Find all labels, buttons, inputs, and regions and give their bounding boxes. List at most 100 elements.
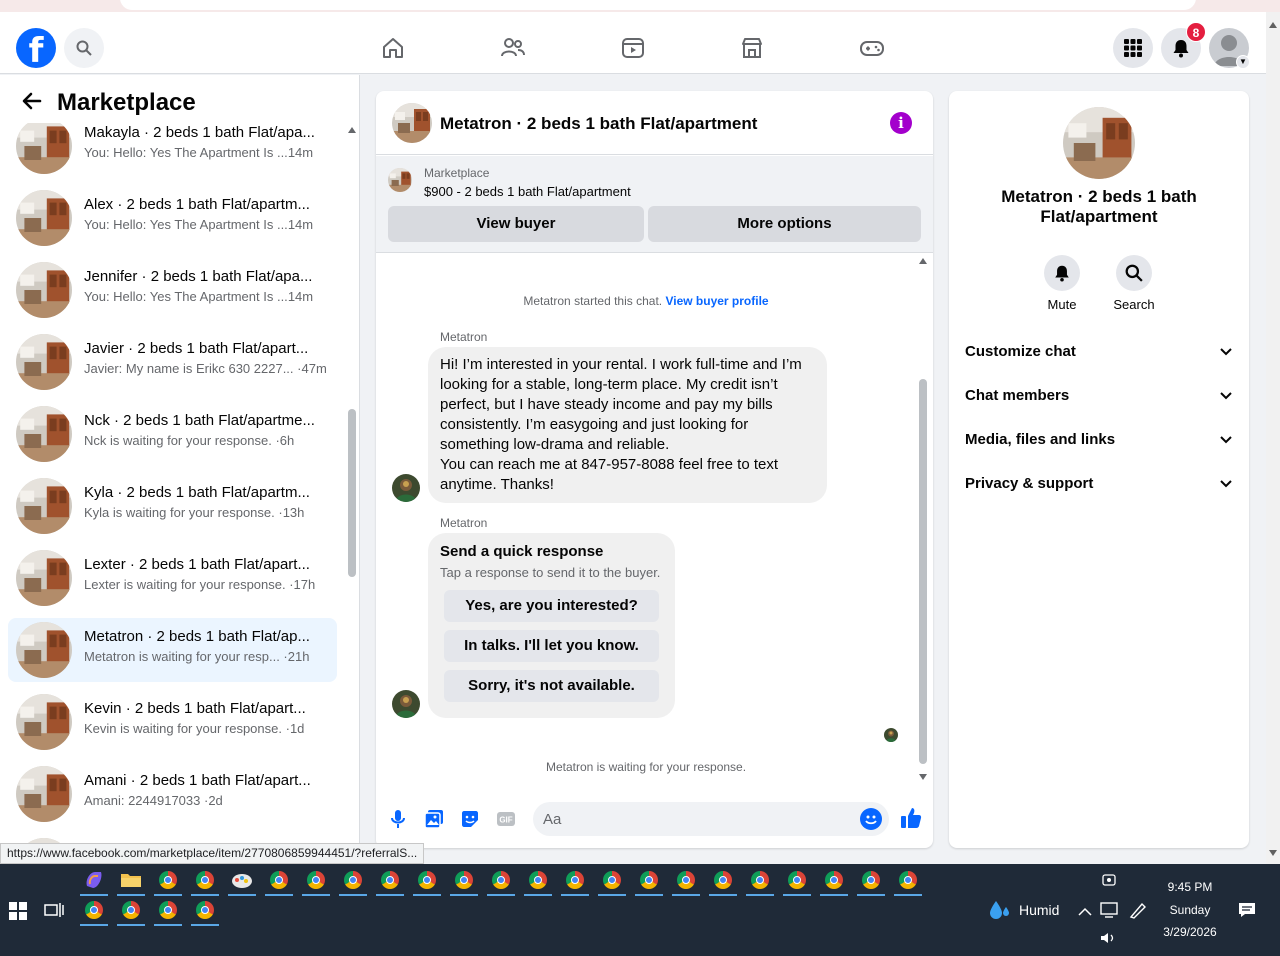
search-in-chat-button[interactable]: Search xyxy=(1104,255,1164,312)
clock-day[interactable]: Sunday xyxy=(1160,903,1220,917)
scroll-up-icon[interactable] xyxy=(919,258,927,264)
message-bubble[interactable]: Hi! I’m interested in your rental. I wor… xyxy=(428,347,827,503)
listing-price[interactable]: $900 - 2 beds 1 bath Flat/apartment xyxy=(424,184,631,199)
chrome-icon[interactable] xyxy=(156,898,180,922)
paint-app-icon[interactable] xyxy=(230,868,254,892)
listing-avatar-large[interactable] xyxy=(1063,107,1135,179)
chrome-icon[interactable] xyxy=(600,868,624,892)
chrome-icon[interactable] xyxy=(415,868,439,892)
conversation-item[interactable]: Jennifer · 2 beds 1 bath Flat/apa... You:… xyxy=(8,258,337,322)
microphone-icon[interactable] xyxy=(387,808,409,830)
back-arrow-icon[interactable] xyxy=(20,89,44,113)
sticker-icon[interactable] xyxy=(459,808,481,830)
thumbs-up-icon[interactable] xyxy=(899,806,923,830)
scroll-down-icon[interactable] xyxy=(1269,850,1277,856)
chrome-icon[interactable] xyxy=(193,898,217,922)
volume-icon[interactable] xyxy=(1100,931,1118,950)
chrome-icon[interactable] xyxy=(267,868,291,892)
chrome-icon[interactable] xyxy=(859,868,883,892)
sender-avatar[interactable] xyxy=(392,474,420,502)
chrome-icon[interactable] xyxy=(785,868,809,892)
meet-now-icon[interactable] xyxy=(1101,872,1117,893)
chat-title[interactable]: Metatron · 2 beds 1 bath Flat/apartment xyxy=(440,114,757,134)
chrome-icon[interactable] xyxy=(822,868,846,892)
chrome-icon[interactable] xyxy=(563,868,587,892)
chevron-up-icon[interactable] xyxy=(1078,904,1092,922)
chrome-icon[interactable] xyxy=(748,868,772,892)
friends-icon[interactable] xyxy=(498,33,528,63)
gaming-icon[interactable] xyxy=(857,33,887,63)
chrome-icon[interactable] xyxy=(193,868,217,892)
windows-start-icon[interactable] xyxy=(9,902,27,925)
scroll-down-icon[interactable] xyxy=(919,774,927,780)
conversation-item[interactable]: Lexter · 2 beds 1 bath Flat/apart... Lext… xyxy=(8,546,337,610)
chrome-icon[interactable] xyxy=(82,898,106,922)
listing-avatar[interactable] xyxy=(392,103,432,143)
page-scrollbar[interactable] xyxy=(1266,12,1280,864)
more-options-button[interactable]: More options xyxy=(648,206,921,242)
chat-members-section[interactable]: Chat members xyxy=(965,375,1233,419)
scrollbar-thumb[interactable] xyxy=(919,379,927,764)
quick-response-yes-button[interactable]: Yes, are you interested? xyxy=(444,590,659,622)
sidebar-scrollbar[interactable] xyxy=(345,123,359,864)
conversation-item[interactable]: Amani · 2 beds 1 bath Flat/apart... Amani… xyxy=(8,762,337,826)
chat-scrollbar[interactable] xyxy=(916,254,930,784)
clock-time[interactable]: 9:45 PM xyxy=(1160,880,1220,894)
notification-center-icon[interactable] xyxy=(1238,901,1256,924)
home-icon[interactable] xyxy=(378,33,408,63)
quick-response-in-talks-button[interactable]: In talks. I'll let you know. xyxy=(444,630,659,662)
view-buyer-profile-link[interactable]: View buyer profile xyxy=(665,294,768,308)
facebook-logo[interactable]: f xyxy=(16,28,56,68)
chrome-icon[interactable] xyxy=(341,868,365,892)
conversation-item[interactable]: Javier · 2 beds 1 bath Flat/apart... Javi… xyxy=(8,330,337,394)
scroll-up-icon[interactable] xyxy=(348,127,356,133)
message-input[interactable] xyxy=(533,802,889,836)
weather-icon[interactable] xyxy=(988,898,1012,929)
scrollbar-thumb[interactable] xyxy=(348,409,356,577)
marketplace-icon[interactable] xyxy=(737,33,767,63)
file-explorer-icon[interactable] xyxy=(119,868,143,892)
chrome-icon[interactable] xyxy=(674,868,698,892)
media-files-links-section[interactable]: Media, files and links xyxy=(965,419,1233,463)
chrome-icon[interactable] xyxy=(378,868,402,892)
task-view-icon[interactable] xyxy=(44,901,64,924)
photo-icon[interactable] xyxy=(423,808,445,830)
chrome-icon[interactable] xyxy=(304,868,328,892)
privacy-support-section[interactable]: Privacy & support xyxy=(965,463,1233,507)
copilot-icon[interactable] xyxy=(82,868,106,892)
clock-date[interactable]: 3/29/2026 xyxy=(1155,925,1225,939)
conversation-item[interactable]: Kyla · 2 beds 1 bath Flat/apartm... Kyla … xyxy=(8,474,337,538)
scroll-up-icon[interactable] xyxy=(1269,22,1277,28)
info-icon[interactable]: i xyxy=(890,112,912,134)
conversation-item[interactable]: Makayla · 2 beds 1 bath Flat/apa... You: … xyxy=(8,114,337,178)
weather-label[interactable]: Humid xyxy=(1019,902,1059,918)
chrome-icon[interactable] xyxy=(711,868,735,892)
gif-icon[interactable]: GIF xyxy=(495,808,517,830)
listing-thumbnail[interactable] xyxy=(388,168,412,192)
chrome-icon[interactable] xyxy=(896,868,920,892)
conversation-item[interactable]: Metatron · 2 beds 1 bath Flat/ap... Metat… xyxy=(8,618,337,682)
chrome-icon[interactable] xyxy=(452,868,476,892)
sender-avatar[interactable] xyxy=(392,690,420,718)
account-caret-icon[interactable]: ▼ xyxy=(1236,55,1250,69)
conversation-preview: Javier: My name is Erikc 630 2227... ·47… xyxy=(84,361,334,376)
search-button[interactable] xyxy=(64,28,104,68)
chrome-icon[interactable] xyxy=(637,868,661,892)
conversation-item[interactable]: Nck · 2 beds 1 bath Flat/apartme... Nck i… xyxy=(8,402,337,466)
video-icon[interactable] xyxy=(618,33,648,63)
emoji-icon[interactable] xyxy=(860,808,882,830)
conversation-item[interactable]: Kevin · 2 beds 1 bath Flat/apart... Kevin… xyxy=(8,690,337,754)
mute-button[interactable]: Mute xyxy=(1032,255,1092,312)
address-bar[interactable] xyxy=(120,0,1196,10)
view-buyer-button[interactable]: View buyer xyxy=(388,206,644,242)
quick-response-not-available-button[interactable]: Sorry, it's not available. xyxy=(444,670,659,702)
conversation-item[interactable]: Alex · 2 beds 1 bath Flat/apartm... You: … xyxy=(8,186,337,250)
menu-grid-button[interactable] xyxy=(1113,28,1153,68)
network-icon[interactable] xyxy=(1100,901,1120,924)
pen-icon[interactable] xyxy=(1128,901,1148,924)
chrome-icon[interactable] xyxy=(119,898,143,922)
chrome-icon[interactable] xyxy=(526,868,550,892)
chrome-icon[interactable] xyxy=(489,868,513,892)
chrome-icon[interactable] xyxy=(156,868,180,892)
customize-chat-section[interactable]: Customize chat xyxy=(965,331,1233,375)
